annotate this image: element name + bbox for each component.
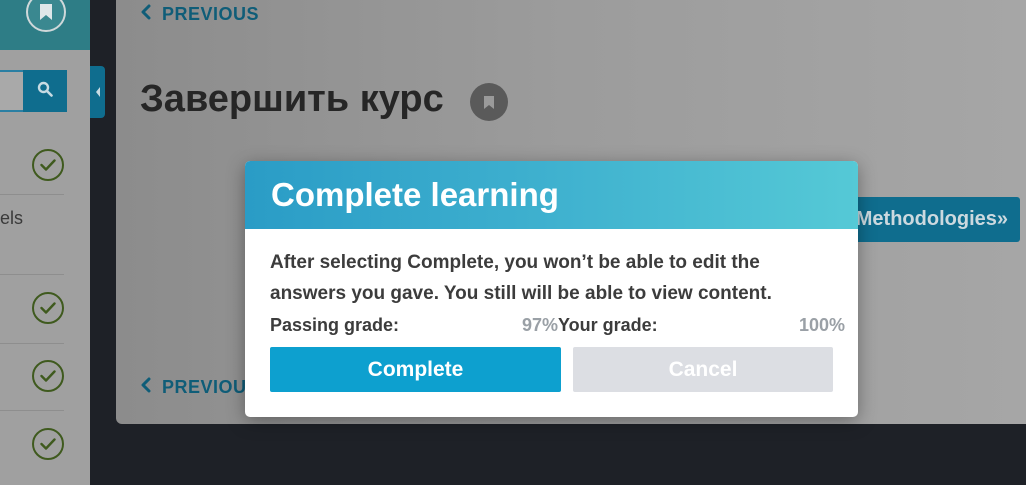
complete-button[interactable]: Complete [270, 347, 561, 392]
check-circle-icon [32, 360, 64, 392]
methodologies-button[interactable]: Methodologies» [850, 197, 1020, 242]
complete-learning-dialog: Complete learning After selecting Comple… [245, 161, 858, 417]
search-icon [37, 81, 53, 101]
previous-link-bottom[interactable]: PREVIOUS [140, 377, 259, 398]
previous-link-top[interactable]: PREVIOUS [140, 4, 259, 25]
sidebar-divider [0, 274, 64, 275]
page-title: Завершить курс [140, 78, 444, 120]
grades-row: Passing grade: 97% Your grade: 100% [270, 311, 845, 341]
previous-label: PREVIOUS [162, 4, 260, 24]
chevron-left-icon [94, 83, 102, 102]
sidebar-divider [0, 410, 64, 411]
sidebar-divider [0, 343, 64, 344]
sidebar-divider [0, 194, 64, 195]
cancel-button[interactable]: Cancel [573, 347, 833, 392]
dialog-title: Complete learning [271, 176, 559, 213]
search-button[interactable] [23, 70, 67, 112]
bookmark-icon[interactable] [26, 0, 66, 32]
dialog-message: After selecting Complete, you won’t be a… [270, 252, 772, 304]
sidebar-collapse-button[interactable] [90, 66, 105, 118]
dialog-body: After selecting Complete, you won’t be a… [245, 229, 858, 341]
check-circle-icon [32, 149, 64, 181]
check-circle-icon [32, 292, 64, 324]
sidebar: els [0, 0, 90, 485]
sidebar-item-label: els [0, 208, 24, 228]
sidebar-header [0, 0, 90, 50]
your-grade-label: Your grade: [558, 315, 658, 335]
your-grade-value: 100% [798, 315, 845, 335]
passing-grade-label: Passing grade: [270, 315, 400, 335]
check-circle-icon [32, 428, 64, 460]
passing-grade-value: 97% [521, 315, 558, 335]
bookmark-icon[interactable] [470, 83, 508, 121]
chevron-left-icon [140, 4, 152, 25]
chevron-left-icon [140, 377, 152, 398]
dialog-header: Complete learning [245, 161, 858, 229]
